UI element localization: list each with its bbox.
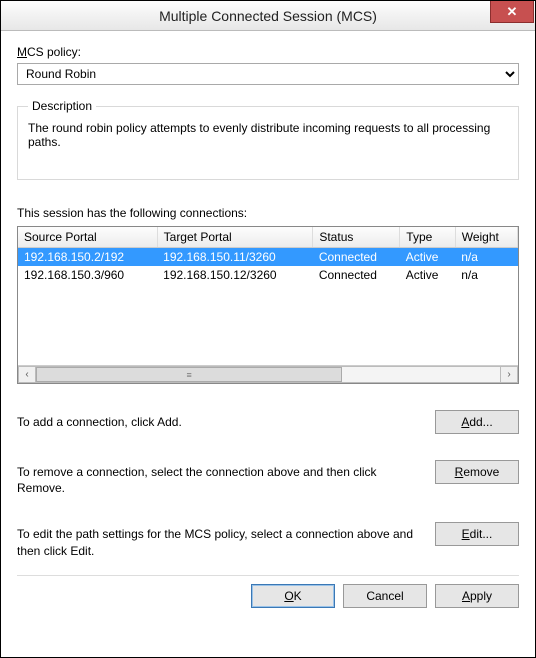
horizontal-scrollbar: ‹ ≡ › <box>18 365 518 383</box>
mcs-policy-select[interactable]: Round Robin <box>17 63 519 85</box>
edit-row: To edit the path settings for the MCS po… <box>17 522 519 558</box>
cell-type: Active <box>400 248 455 267</box>
table-row[interactable]: 192.168.150.2/192192.168.150.11/3260Conn… <box>18 248 518 267</box>
connections-grid: Source Portal Target Portal Status Type … <box>18 227 518 284</box>
cell-target: 192.168.150.12/3260 <box>157 266 313 284</box>
edit-button[interactable]: Edit... <box>435 522 519 546</box>
edit-accel: E <box>462 527 470 541</box>
add-instruction: To add a connection, click Add. <box>17 410 415 430</box>
remove-instruction: To remove a connection, select the conne… <box>17 460 415 496</box>
scroll-track[interactable]: ≡ <box>36 366 500 383</box>
apply-accel: A <box>462 589 470 603</box>
apply-button[interactable]: Apply <box>435 584 519 608</box>
edit-label: dit... <box>470 527 493 541</box>
dialog-footer: OK Cancel Apply <box>17 584 519 612</box>
table-row[interactable]: 192.168.150.3/960192.168.150.12/3260Conn… <box>18 266 518 284</box>
cell-target: 192.168.150.11/3260 <box>157 248 313 267</box>
cancel-button[interactable]: Cancel <box>343 584 427 608</box>
ok-button[interactable]: OK <box>251 584 335 608</box>
policy-label: MCS policy: <box>17 45 519 59</box>
add-button[interactable]: Add... <box>435 410 519 434</box>
col-weight[interactable]: Weight <box>455 227 517 248</box>
connections-table-scroll[interactable]: Source Portal Target Portal Status Type … <box>18 227 518 365</box>
connections-table: Source Portal Target Portal Status Type … <box>17 226 519 384</box>
connections-label: This session has the following connectio… <box>17 206 519 220</box>
add-row: To add a connection, click Add. Add... <box>17 410 519 434</box>
dialog-window: Multiple Connected Session (MCS) ✕ MCS p… <box>0 0 536 658</box>
window-title: Multiple Connected Session (MCS) <box>1 8 535 24</box>
remove-row: To remove a connection, select the conne… <box>17 460 519 496</box>
edit-instruction: To edit the path settings for the MCS po… <box>17 522 415 558</box>
ok-label: K <box>294 589 302 603</box>
description-group: Description The round robin policy attem… <box>17 99 519 180</box>
col-target[interactable]: Target Portal <box>157 227 313 248</box>
remove-label: emove <box>463 465 499 479</box>
policy-label-accel: M <box>17 45 27 59</box>
add-accel: A <box>461 415 469 429</box>
scroll-left-button[interactable]: ‹ <box>18 366 36 383</box>
cancel-label: Cancel <box>366 589 403 603</box>
description-legend: Description <box>28 99 96 113</box>
cell-status: Connected <box>313 266 400 284</box>
close-button[interactable]: ✕ <box>490 1 534 23</box>
scroll-thumb[interactable]: ≡ <box>36 367 342 382</box>
apply-label: pply <box>470 589 492 603</box>
col-type[interactable]: Type <box>400 227 455 248</box>
scroll-right-button[interactable]: › <box>500 366 518 383</box>
cell-source: 192.168.150.3/960 <box>18 266 157 284</box>
dialog-content: MCS policy: Round Robin Description The … <box>1 31 535 657</box>
close-icon: ✕ <box>507 4 518 20</box>
add-label: dd... <box>469 415 492 429</box>
col-source[interactable]: Source Portal <box>18 227 157 248</box>
description-text: The round robin policy attempts to evenl… <box>28 121 508 149</box>
policy-label-text: CS policy: <box>27 45 81 59</box>
remove-accel: R <box>455 465 464 479</box>
cell-weight: n/a <box>455 266 517 284</box>
cell-source: 192.168.150.2/192 <box>18 248 157 267</box>
table-header-row: Source Portal Target Portal Status Type … <box>18 227 518 248</box>
footer-separator <box>17 575 519 576</box>
remove-button[interactable]: Remove <box>435 460 519 484</box>
cell-status: Connected <box>313 248 400 267</box>
col-status[interactable]: Status <box>313 227 400 248</box>
cell-type: Active <box>400 266 455 284</box>
cell-weight: n/a <box>455 248 517 267</box>
ok-accel: O <box>284 589 293 603</box>
titlebar: Multiple Connected Session (MCS) ✕ <box>1 1 535 31</box>
